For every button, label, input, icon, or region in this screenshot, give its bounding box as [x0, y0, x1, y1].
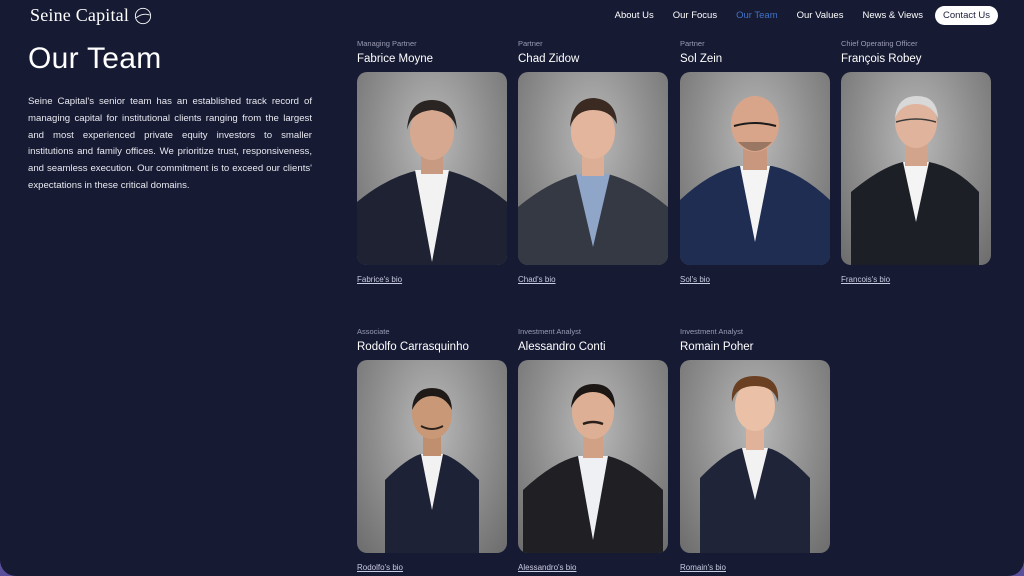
bio-link[interactable]: Sol's bio	[680, 275, 710, 284]
portrait-image	[385, 388, 479, 553]
bio-link[interactable]: Rodolfo's bio	[357, 563, 403, 572]
member-role: Partner	[680, 39, 705, 48]
nav-news-views[interactable]: News & Views	[862, 10, 923, 21]
page: Seine Capital About Us Our Focus Our Tea…	[0, 0, 1024, 576]
member-name: Romain Poher	[680, 341, 754, 353]
portrait-image	[518, 98, 668, 265]
portrait-image	[851, 96, 979, 265]
portrait-image	[700, 376, 810, 553]
member-role: Chief Operating Officer	[841, 39, 918, 48]
contact-us-button[interactable]: Contact Us	[935, 6, 998, 25]
globe-icon	[134, 7, 152, 24]
team-card: Partner Chad Zidow Chad's bio	[518, 38, 668, 284]
member-photo	[357, 360, 507, 553]
team-card: Chief Operating Officer François Robey F…	[841, 38, 991, 284]
member-photo	[680, 72, 830, 265]
nav-our-focus[interactable]: Our Focus	[673, 10, 717, 21]
bio-link[interactable]: Alessandro's bio	[518, 563, 576, 572]
brand-name: Seine Capital	[30, 5, 130, 25]
member-name: François Robey	[841, 53, 922, 65]
team-card: Investment Analyst Romain Poher Romain's…	[680, 326, 830, 572]
portrait-image	[523, 384, 663, 553]
member-name: Chad Zidow	[518, 53, 580, 65]
team-card: Associate Rodolfo Carrasquinho Rodolfo's…	[357, 326, 507, 572]
nav-our-values[interactable]: Our Values	[797, 10, 844, 21]
brand-logo[interactable]: Seine Capital	[30, 5, 152, 26]
team-card: Partner Sol Zein Sol's bio	[680, 38, 830, 284]
team-card: Investment Analyst Alessandro Conti Ales…	[518, 326, 668, 572]
member-photo	[518, 360, 668, 553]
member-name: Alessandro Conti	[518, 341, 606, 353]
member-role: Partner	[518, 39, 543, 48]
portrait-image	[680, 96, 830, 265]
portrait-image	[357, 100, 507, 265]
member-name: Fabrice Moyne	[357, 53, 434, 65]
nav-our-team[interactable]: Our Team	[736, 10, 778, 21]
member-photo	[357, 72, 507, 265]
team-card: Managing Partner Fabrice Moyne Fabrice's…	[357, 38, 507, 284]
member-photo	[518, 72, 668, 265]
bio-link[interactable]: Romain's bio	[680, 563, 726, 572]
main-nav: About Us Our Focus Our Team Our Values N…	[596, 6, 998, 25]
member-role: Investment Analyst	[680, 327, 743, 336]
nav-about-us[interactable]: About Us	[615, 10, 654, 21]
intro-paragraph: Seine Capital's senior team has an estab…	[28, 96, 312, 191]
member-role: Managing Partner	[357, 39, 417, 48]
bio-link[interactable]: Fabrice's bio	[357, 275, 402, 284]
member-photo	[680, 360, 830, 553]
bio-link[interactable]: Francois's bio	[841, 275, 890, 284]
member-photo	[841, 72, 991, 265]
member-role: Investment Analyst	[518, 327, 581, 336]
bio-link[interactable]: Chad's bio	[518, 275, 556, 284]
member-name: Sol Zein	[680, 53, 723, 65]
page-title: Our Team	[28, 42, 162, 75]
member-name: Rodolfo Carrasquinho	[357, 341, 469, 353]
member-role: Associate	[357, 327, 390, 336]
